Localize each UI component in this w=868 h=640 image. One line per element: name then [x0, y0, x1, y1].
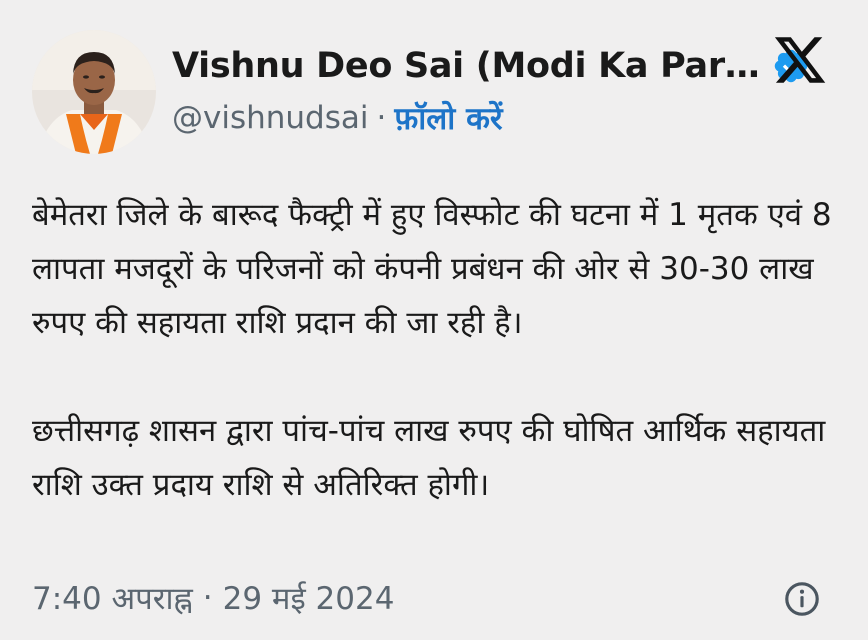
tweet-timestamp[interactable]: 7:40 अपराह्न · 29 मई 2024 [32, 574, 394, 622]
tweet-body: बेमेतरा जिले के बारूद फैक्ट्री में हुए व… [32, 188, 832, 512]
author-name-row: Vishnu Deo Sai (Modi Ka Par… [172, 40, 810, 92]
avatar-image [32, 30, 156, 154]
x-logo-icon[interactable] [772, 32, 828, 88]
timestamp-separator: · [202, 580, 213, 616]
tweet-date: 29 मई 2024 [222, 581, 395, 617]
info-icon[interactable] [783, 580, 821, 618]
tweet-card: Vishnu Deo Sai (Modi Ka Par… @vishnudsai… [0, 0, 868, 640]
tweet-paragraph: छत्तीसगढ़ शासन द्वारा पांच-पांच लाख रुपए… [32, 413, 826, 503]
handle-separator: · [376, 100, 387, 136]
author-handle[interactable]: @vishnudsai [172, 100, 369, 136]
author-handle-row: @vishnudsai · फ़ॉलो करें [172, 96, 503, 140]
author-display-name[interactable]: Vishnu Deo Sai (Modi Ka Par… [172, 46, 760, 86]
follow-button[interactable]: फ़ॉलो करें [394, 97, 502, 139]
tweet-paragraph: बेमेतरा जिले के बारूद फैक्ट्री में हुए व… [32, 197, 832, 341]
author-avatar[interactable] [32, 30, 156, 154]
tweet-time: 7:40 अपराह्न [32, 581, 193, 617]
